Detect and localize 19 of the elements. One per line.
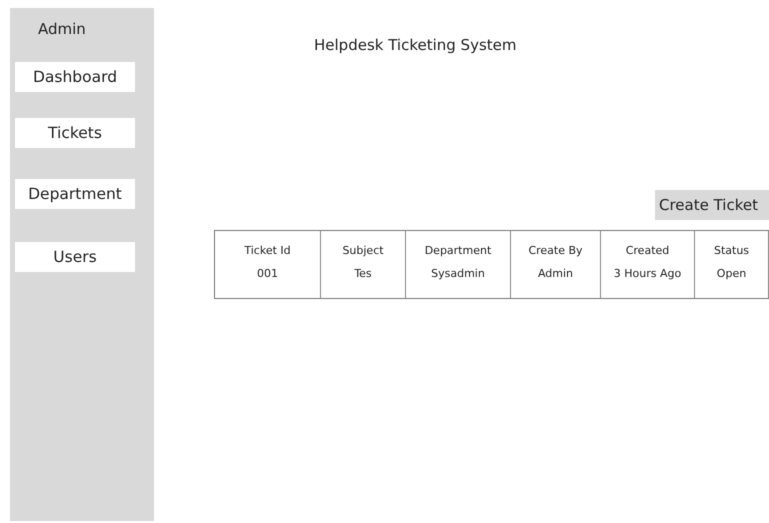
nav-button[interactable]: Dashboard	[15, 62, 135, 92]
create-ticket-button[interactable]: Create Ticket	[655, 190, 769, 220]
table-cell: 3 Hours Ago	[614, 267, 682, 280]
table-cell: Sysadmin	[431, 267, 485, 280]
page-title: Helpdesk Ticketing System	[314, 36, 518, 54]
column-header: Department	[424, 244, 492, 257]
nav-button[interactable]: Department	[15, 179, 135, 209]
column-header: Created	[626, 244, 670, 257]
column-header: Subject	[342, 244, 384, 257]
column-header: Create By	[528, 244, 583, 257]
nav-button[interactable]: Users	[15, 242, 135, 272]
column-header: Ticket Id	[244, 244, 291, 257]
table-cell: Tes	[354, 267, 372, 280]
table-cell: Open	[716, 267, 746, 280]
sidebar-title: Admin	[38, 20, 86, 38]
nav-button[interactable]: Tickets	[15, 118, 135, 148]
column-header: Status	[714, 244, 750, 257]
table-cell: 001	[257, 267, 278, 280]
table-cell: Admin	[538, 267, 574, 280]
